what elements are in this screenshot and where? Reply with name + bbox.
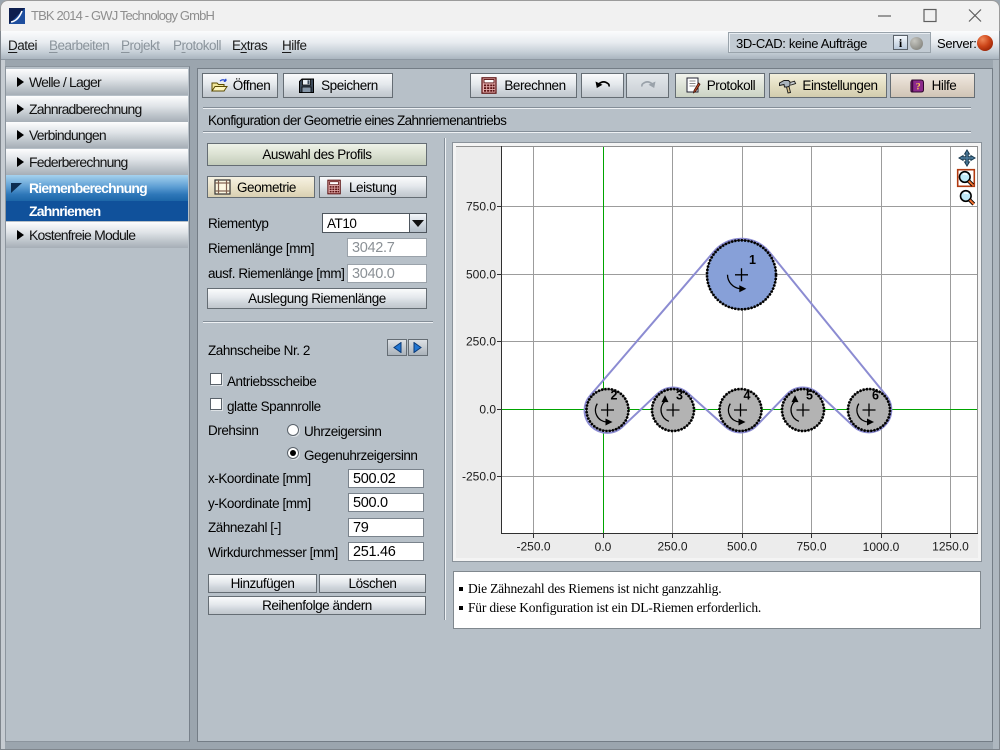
svg-text:1250.0: 1250.0 (932, 540, 969, 554)
svg-text:3: 3 (676, 389, 683, 403)
svg-text:1: 1 (749, 253, 756, 267)
svg-text:250.0: 250.0 (466, 335, 496, 349)
svg-text:750.0: 750.0 (796, 540, 826, 554)
svg-text:0.0: 0.0 (595, 540, 612, 554)
svg-text:6: 6 (872, 389, 879, 403)
svg-text:4: 4 (744, 389, 751, 403)
svg-text:750.0: 750.0 (466, 200, 496, 214)
svg-text:500.0: 500.0 (466, 268, 496, 282)
svg-text:1000.0: 1000.0 (863, 540, 900, 554)
svg-text:0.0: 0.0 (479, 403, 496, 417)
svg-text:-250.0: -250.0 (516, 540, 550, 554)
svg-text:2: 2 (611, 389, 618, 403)
svg-text:-250.0: -250.0 (462, 470, 496, 484)
svg-text:500.0: 500.0 (727, 540, 757, 554)
svg-text:?: ? (915, 82, 920, 92)
svg-text:250.0: 250.0 (657, 540, 687, 554)
svg-text:5: 5 (806, 389, 813, 403)
